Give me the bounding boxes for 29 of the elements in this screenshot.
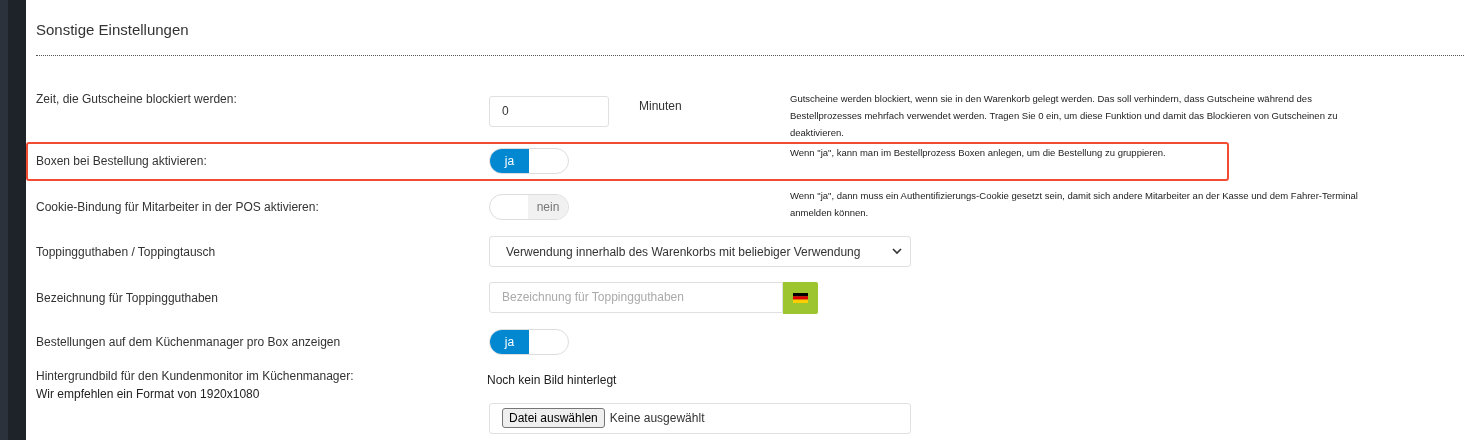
setting-label: Boxen bei Bestellung aktivieren:: [36, 153, 208, 170]
help-text: Wenn "ja", dann muss ein Authentifizierungs-Cookie gesetzt sein, damit sich andere Mitarbeiter an der Kasse und dem Fahrer-Terminal anmelden können.: [790, 188, 1359, 220]
toggle-switch[interactable]: ja: [489, 148, 569, 174]
setting-label: Zeit, die Gutscheine blockiert werden:: [36, 90, 238, 108]
number-field[interactable]: 0: [489, 95, 609, 127]
file-status: Keine ausgewählt: [609, 410, 705, 427]
chevron-down-icon: [892, 248, 902, 255]
setting-label: Cookie-Bindung für Mitarbeiter in der POS aktivieren:: [36, 198, 320, 216]
toggle-label: nein: [528, 194, 568, 219]
setting-label: Hintergrundbild für den Kundenmonitor im Küchenmanager:: [36, 367, 355, 385]
unit-label: Minuten: [639, 97, 682, 115]
setting-note: Wir empfehlen ein Format von 1920x1080: [36, 385, 261, 403]
flag-icon: [793, 292, 808, 303]
select-dropdown[interactable]: Verwendung innerhalb des Warenkorbs mit beliebiger Verwendung: [489, 236, 911, 267]
section-title: Sonstige Einstellungen: [36, 20, 190, 40]
image-status: Noch kein Bild hinterlegt: [487, 371, 618, 389]
toggle-label: ja: [490, 329, 529, 354]
help-text: Wenn "ja", kann man im Bestellprozess Boxen anlegen, um die Bestellung zu gruppieren.: [790, 145, 1167, 160]
help-text: Gutscheine werden blockiert, wenn sie in den Warenkorb gelegt werden. Das soll verhindern, dass Gutscheine während des Bestellprozesses mehrfach verwendet werden. Tragen Sie 0 ein, um diese Funktion und damit das Blockieren von Gutscheinen zu deaktivieren.: [790, 91, 1339, 140]
language-button[interactable]: [783, 281, 818, 314]
setting-label: Bezeichnung für Toppingguthaben: [36, 289, 219, 307]
file-field[interactable]: Datei auswählen Keine ausgewählt: [489, 402, 911, 434]
setting-label: Toppingguthaben / Toppingtausch: [36, 243, 217, 261]
toggle-switch[interactable]: nein: [489, 193, 569, 220]
toggle-label: ja: [490, 149, 529, 173]
text-field[interactable]: Bezeichnung für Toppingguthaben: [489, 281, 783, 313]
setting-label: Bestellungen auf dem Küchenmanager pro Box anzeigen: [36, 333, 342, 351]
choose-file-button[interactable]: Datei auswählen: [502, 408, 605, 428]
toggle-switch[interactable]: ja: [489, 328, 569, 355]
